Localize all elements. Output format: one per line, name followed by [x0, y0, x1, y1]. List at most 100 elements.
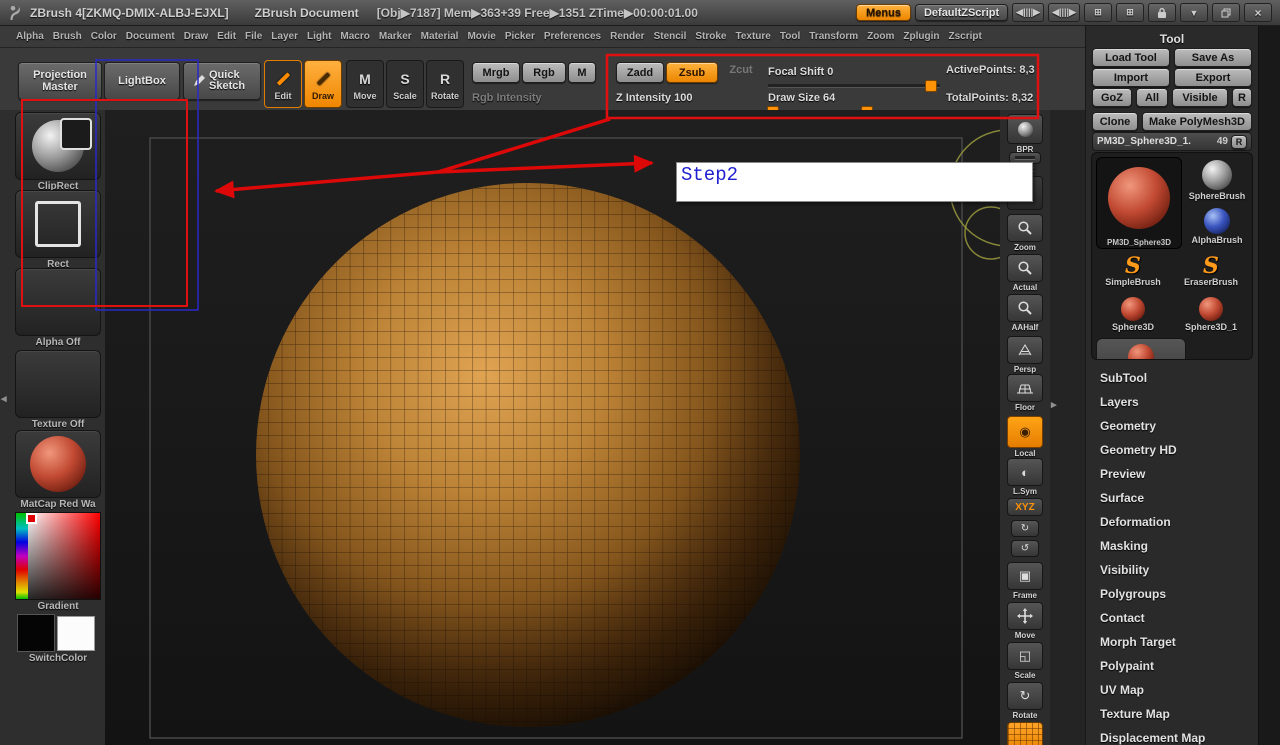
menu-zscript[interactable]: Zscript — [944, 29, 985, 44]
menu-brush[interactable]: Brush — [49, 29, 86, 44]
menu-zoom[interactable]: Zoom — [863, 29, 898, 44]
menu-marker[interactable]: Marker — [375, 29, 416, 44]
section-deformation[interactable]: Deformation — [1086, 510, 1258, 534]
m-button[interactable]: M — [568, 62, 596, 83]
section-polygroups[interactable]: Polygroups — [1086, 582, 1258, 606]
move-canvas-button[interactable] — [1007, 602, 1043, 630]
clone-button[interactable]: Clone — [1092, 112, 1138, 131]
section-displacement-map[interactable]: Displacement Map — [1086, 726, 1258, 745]
zsub-button[interactable]: Zsub — [666, 62, 718, 83]
secondary-color-swatch[interactable] — [57, 616, 95, 651]
section-geometry[interactable]: Geometry — [1086, 414, 1258, 438]
active-tool-r-button[interactable]: R — [1231, 135, 1247, 149]
import-button[interactable]: Import — [1092, 68, 1170, 87]
axis-toggle-2-icon[interactable]: ↺ — [1011, 540, 1039, 557]
local-button[interactable]: ◉ — [1007, 416, 1043, 448]
section-masking[interactable]: Masking — [1086, 534, 1258, 558]
menu-movie[interactable]: Movie — [463, 29, 499, 44]
default-zscript-button[interactable]: DefaultZScript — [915, 4, 1008, 21]
persp-button[interactable] — [1007, 336, 1043, 364]
lightbox-button[interactable]: LightBox — [104, 62, 180, 100]
section-contact[interactable]: Contact — [1086, 606, 1258, 630]
quick-sketch-button[interactable]: Quick Sketch — [183, 62, 261, 100]
alpha-thumb[interactable] — [15, 268, 101, 336]
section-morph-target[interactable]: Morph Target — [1086, 630, 1258, 654]
scale-button[interactable]: S Scale — [386, 60, 424, 108]
menu-light[interactable]: Light — [303, 29, 335, 44]
section-subtool[interactable]: SubTool — [1086, 366, 1258, 390]
section-texture-map[interactable]: Texture Map — [1086, 702, 1258, 726]
texture-thumb[interactable] — [15, 350, 101, 418]
section-layers[interactable]: Layers — [1086, 390, 1258, 414]
frame-button[interactable]: ▣ — [1007, 562, 1043, 590]
shelf-slider-right-icon[interactable]: ◀||||▶ — [1048, 3, 1080, 22]
menu-tool[interactable]: Tool — [776, 29, 804, 44]
spherebrush-item[interactable]: SphereBrush — [1186, 157, 1248, 203]
hue-strip[interactable] — [16, 513, 28, 599]
menu-draw[interactable]: Draw — [180, 29, 212, 44]
rgb-button[interactable]: Rgb — [522, 62, 566, 83]
document-canvas[interactable] — [105, 110, 1000, 745]
menu-document[interactable]: Document — [122, 29, 179, 44]
color-picker[interactable] — [15, 512, 101, 600]
menu-stroke[interactable]: Stroke — [691, 29, 730, 44]
menu-transform[interactable]: Transform — [805, 29, 862, 44]
active-tool-bar[interactable]: PM3D_Sphere3D_1. 49 R — [1092, 132, 1252, 151]
menu-preferences[interactable]: Preferences — [540, 29, 605, 44]
alphabrush-item[interactable]: AlphaBrush — [1186, 203, 1248, 249]
draw-button[interactable]: Draw — [304, 60, 342, 108]
zcut-button[interactable]: Zcut — [722, 64, 760, 80]
save-as-button[interactable]: Save As — [1174, 48, 1252, 67]
eraserbrush-item[interactable]: S EraserBrush — [1174, 249, 1248, 293]
stroke-cliprect-thumb[interactable] — [15, 112, 101, 180]
shelf-slider-left-icon[interactable]: ◀||||▶ — [1012, 3, 1044, 22]
material-thumb[interactable] — [15, 430, 101, 498]
menu-macro[interactable]: Macro — [336, 29, 373, 44]
panel-collapse-right-icon[interactable]: ▸ — [1051, 398, 1057, 411]
floor-button[interactable] — [1007, 374, 1043, 402]
mrgb-button[interactable]: Mrgb — [472, 62, 520, 83]
move-button[interactable]: M Move — [346, 60, 384, 108]
projection-master-button[interactable]: Projection Master — [18, 62, 102, 100]
minimize-icon[interactable]: ▼ — [1180, 3, 1208, 22]
goz-button[interactable]: GoZ — [1092, 88, 1132, 107]
menu-layer[interactable]: Layer — [267, 29, 302, 44]
aahalf-button[interactable] — [1007, 294, 1043, 322]
rotate-canvas-button[interactable]: ↻ — [1007, 682, 1043, 710]
menu-texture[interactable]: Texture — [731, 29, 774, 44]
menu-stencil[interactable]: Stencil — [650, 29, 691, 44]
menu-material[interactable]: Material — [417, 29, 463, 44]
menu-file[interactable]: File — [241, 29, 266, 44]
section-polypaint[interactable]: Polypaint — [1086, 654, 1258, 678]
all-button[interactable]: All — [1136, 88, 1168, 107]
lsym-button[interactable]: ◐ — [1007, 458, 1043, 486]
menu-zplugin[interactable]: Zplugin — [899, 29, 943, 44]
rotate-button[interactable]: R Rotate — [426, 60, 464, 108]
make-polymesh3d-button[interactable]: Make PolyMesh3D — [1142, 112, 1252, 131]
bpr-button[interactable] — [1007, 114, 1043, 144]
edit-button[interactable]: Edit — [264, 60, 302, 108]
simplebrush-item[interactable]: S SimpleBrush — [1096, 249, 1170, 293]
menu-color[interactable]: Color — [87, 29, 121, 44]
lock-icon[interactable] — [1148, 3, 1176, 22]
section-preview[interactable]: Preview — [1086, 462, 1258, 486]
export-button[interactable]: Export — [1174, 68, 1252, 87]
r-button[interactable]: R — [1232, 88, 1252, 107]
menu-alpha[interactable]: Alpha — [12, 29, 48, 44]
xyz-button[interactable]: XYZ — [1007, 498, 1043, 516]
close-icon[interactable]: × — [1244, 3, 1272, 22]
panel-collapse-left-icon[interactable]: ◂ — [1, 392, 7, 405]
section-geometry-hd[interactable]: Geometry HD — [1086, 438, 1258, 462]
stroke-rect-thumb[interactable] — [15, 190, 101, 258]
actual-button[interactable] — [1007, 254, 1043, 282]
restore-icon[interactable] — [1212, 3, 1240, 22]
section-uv-map[interactable]: UV Map — [1086, 678, 1258, 702]
zoom-button[interactable] — [1007, 214, 1043, 242]
section-surface[interactable]: Surface — [1086, 486, 1258, 510]
visible-button[interactable]: Visible — [1172, 88, 1228, 107]
zadd-button[interactable]: Zadd — [616, 62, 664, 83]
dock-right-icon[interactable]: ⊞ — [1116, 3, 1144, 22]
menus-button[interactable]: Menus — [856, 4, 911, 21]
axis-toggle-1-icon[interactable]: ↻ — [1011, 520, 1039, 537]
sv-square[interactable] — [28, 513, 100, 599]
